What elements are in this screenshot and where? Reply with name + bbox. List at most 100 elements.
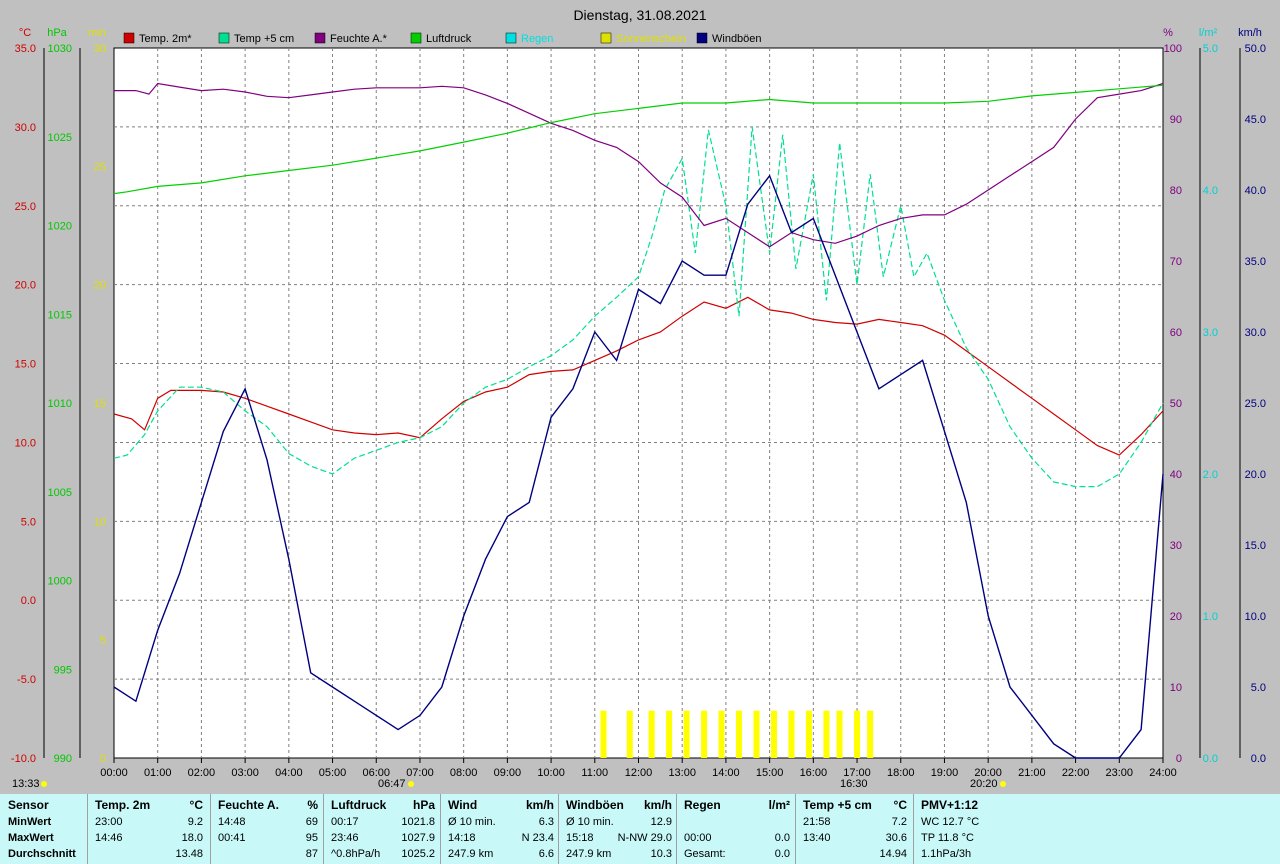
stats-cell: 23:46: [331, 832, 359, 844]
legend-swatch: [696, 32, 708, 44]
axis-tick-label: 4.0: [1203, 185, 1218, 197]
stats-cell: 247.9 km: [448, 848, 494, 860]
stats-cell: 14:46: [95, 832, 123, 844]
legend-swatch: [123, 32, 135, 44]
sunrise-label: 06:47: [378, 778, 406, 790]
stats-separator: [440, 794, 441, 864]
sunshine-bar: [683, 710, 690, 758]
stats-separator: [558, 794, 559, 864]
stats-column: Regen l/m² 00:00 0.0 Gesamt: 0.0: [684, 794, 790, 864]
sunshine-bar: [805, 710, 812, 758]
stats-cell: WC 12.7 °C: [921, 816, 980, 828]
axis-tick-label: 0.0: [1251, 753, 1266, 765]
stats-value: N 23.4: [521, 832, 554, 844]
axis-tick-label: 15.0: [1245, 540, 1266, 552]
stats-value: 0.0: [774, 848, 790, 860]
axis-tick-label: 0: [100, 753, 106, 765]
stats-value: 1025.2: [401, 848, 435, 860]
axis-tick-label: 10: [1170, 682, 1182, 694]
x-tick-label: 24:00: [1149, 767, 1177, 779]
stats-cell: Ø 10 min.: [448, 816, 496, 828]
axis-tick-label: -10.0: [11, 753, 36, 765]
x-tick-label: 13:00: [668, 767, 696, 779]
axis-tick-label: 45.0: [1245, 114, 1266, 126]
sunshine-bar: [836, 710, 843, 758]
stats-header: Luftdruck: [331, 798, 387, 812]
x-tick-label: 16:00: [800, 767, 828, 779]
stats-header: Regen: [684, 798, 721, 812]
legend-label: Feuchte A.*: [330, 33, 388, 45]
stats-column: Temp. 2m °C 23:00 9.2 14:46 18.0 13.48: [95, 794, 203, 864]
axis-unit-label: °C: [19, 27, 31, 39]
stats-cell: 247.9 km: [566, 848, 612, 860]
axis-unit-label: hPa: [47, 27, 67, 39]
x-tick-label: 03:00: [231, 767, 259, 779]
axis-tick-label: 0.0: [1203, 753, 1218, 765]
x-tick-label: 09:00: [494, 767, 522, 779]
axis-tick-label: 5: [100, 635, 106, 647]
axis-tick-label: 30.0: [15, 122, 36, 134]
x-tick-label: 04:00: [275, 767, 303, 779]
axis-tick-label: 80: [1170, 185, 1182, 197]
chart-title: Dienstag, 31.08.2021: [573, 7, 706, 23]
stats-cell: 14:48: [218, 816, 246, 828]
sunshine-bar: [600, 710, 607, 758]
stats-cell: MinWert: [8, 816, 52, 828]
stats-separator: [913, 794, 914, 864]
legend-label: Temp. 2m*: [139, 33, 192, 45]
stats-cell: 14:18: [448, 832, 476, 844]
x-tick-label: 12:00: [625, 767, 653, 779]
stats-value: 12.9: [650, 816, 672, 828]
stats-value: 69: [305, 816, 318, 828]
stats-value: 1027.9: [401, 832, 435, 844]
stats-value: 95: [305, 832, 318, 844]
axis-tick-label: 1.0: [1203, 611, 1218, 623]
axis-tick-label: 5.0: [1251, 682, 1266, 694]
stats-value: 87: [305, 848, 318, 860]
axis-tick-label: 995: [54, 664, 72, 676]
statistics-panel: Sensor MinWert MaxWert Durchschnitt Temp. 2m…: [0, 794, 1280, 864]
axis-tick-label: 1030: [48, 43, 72, 55]
legend-label: Temp +5 cm: [234, 33, 294, 45]
x-tick-label: 22:00: [1062, 767, 1090, 779]
sunshine-bar: [736, 710, 743, 758]
stats-cell: 21:58: [803, 816, 831, 828]
axis-tick-label: 1015: [48, 309, 72, 321]
sunshine-bar: [854, 710, 861, 758]
stats-column: Wind km/h Ø 10 min. 6.3 14:18 N 23.4 247.9 km 6…: [448, 794, 554, 864]
stats-separator: [795, 794, 796, 864]
axis-tick-label: 10.0: [1245, 611, 1266, 623]
x-tick-label: 19:00: [931, 767, 959, 779]
axis-tick-label: -5.0: [17, 674, 36, 686]
stats-cell: ^0.8hPa/h: [331, 848, 381, 860]
stats-value: 6.6: [538, 848, 554, 860]
sunshine-bar: [788, 710, 795, 758]
time-marker-left: 13:33: [12, 778, 40, 790]
stats-header: Windböen: [566, 798, 624, 812]
sunset-label: 20:20: [970, 778, 998, 790]
legend-swatch: [218, 32, 230, 44]
stats-header: Temp +5 cm: [803, 798, 872, 812]
axis-tick-label: 5.0: [1203, 43, 1218, 55]
stats-cell: 15:18: [566, 832, 594, 844]
stats-header-unit: km/h: [525, 798, 554, 812]
axis-tick-label: 35.0: [15, 43, 36, 55]
stats-separator: [87, 794, 88, 864]
axis-unit-label: min: [88, 27, 106, 39]
stats-value: 18.0: [181, 832, 203, 844]
stats-value: 7.2: [891, 816, 907, 828]
axis-tick-label: 25.0: [1245, 398, 1266, 410]
x-tick-label: 21:00: [1018, 767, 1046, 779]
sunshine-bar: [867, 710, 874, 758]
stats-value: 1021.8: [401, 816, 435, 828]
x-tick-label: 10:00: [537, 767, 565, 779]
stats-separator: [676, 794, 677, 864]
stats-value: 6.3: [538, 816, 554, 828]
axis-tick-label: 10.0: [15, 437, 36, 449]
sunshine-bar: [753, 710, 760, 758]
axis-tick-label: 1020: [48, 221, 72, 233]
axis-tick-label: 10: [94, 516, 106, 528]
stats-header: Wind: [448, 798, 478, 812]
axis-tick-label: 0.0: [21, 595, 36, 607]
stats-value: 10.3: [650, 848, 672, 860]
